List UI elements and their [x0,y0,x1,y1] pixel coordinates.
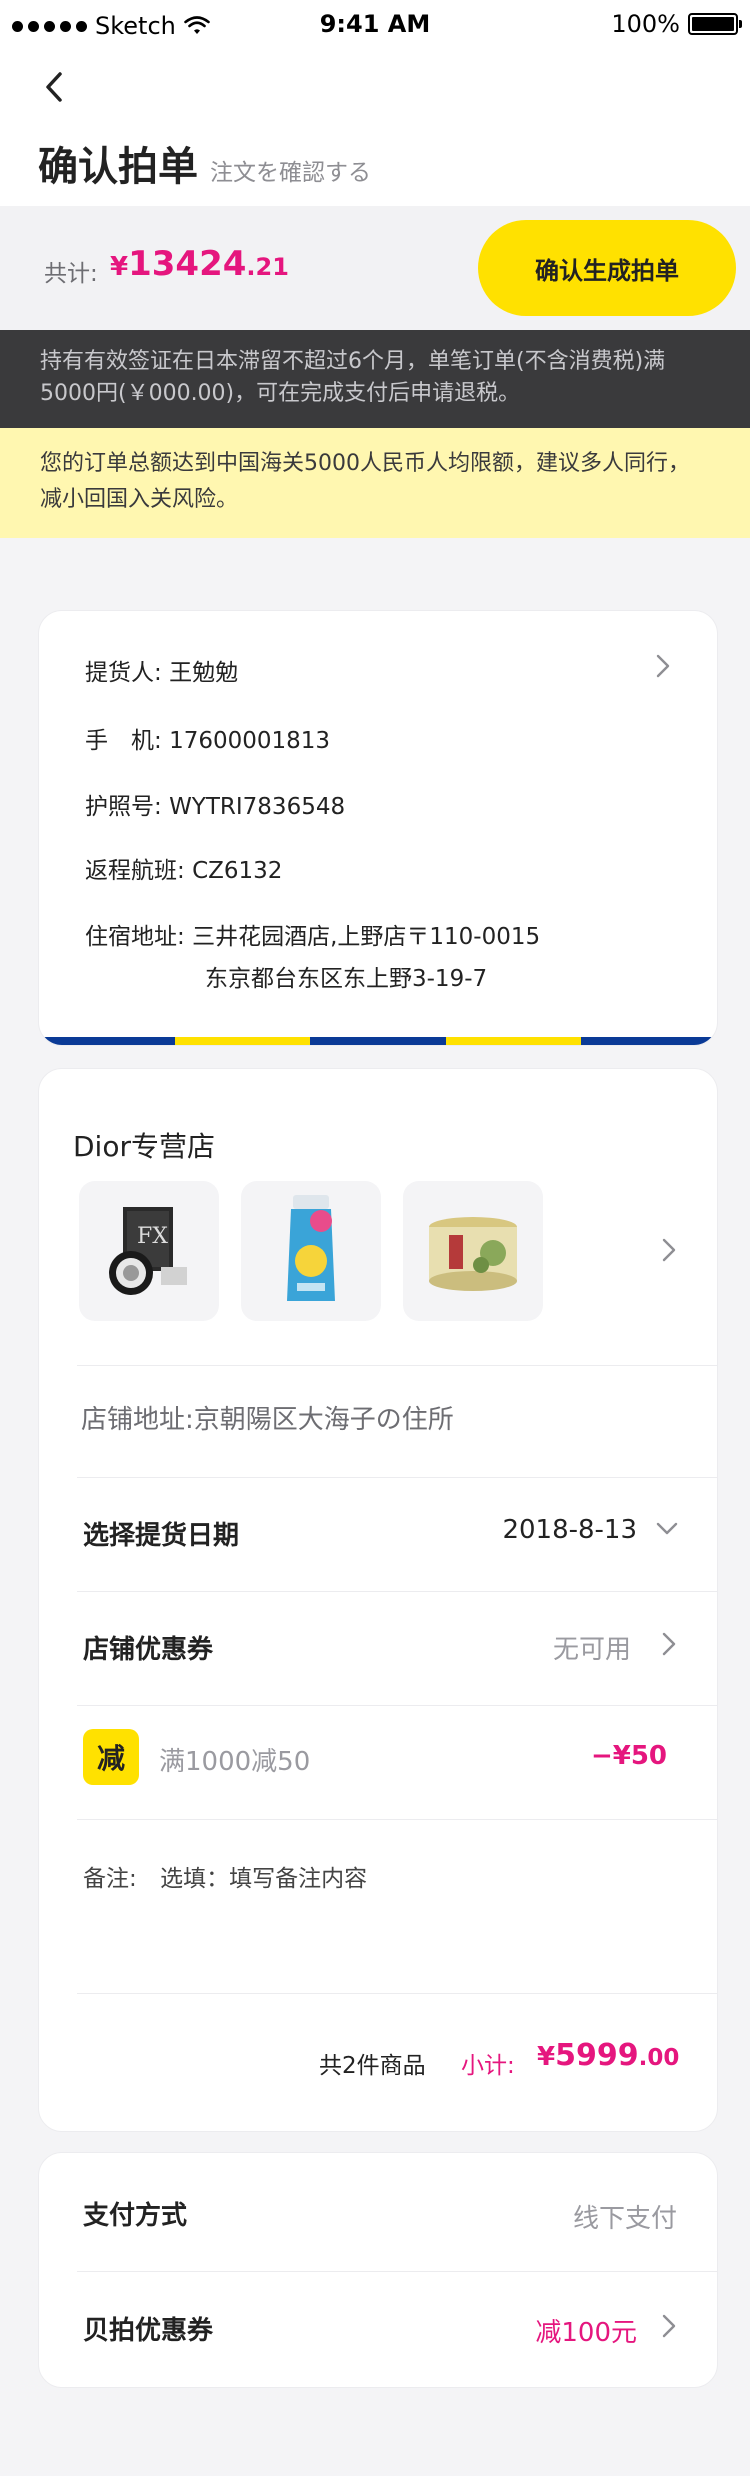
battery-group: 100% [611,10,742,38]
stripe-segment [39,1037,175,1045]
decorative-stripe [39,1037,717,1045]
flight-number: CZ6132 [192,858,283,884]
store-name: Dior专营店 [73,1130,215,1163]
pickup-person-row: 提货人: 王勉勉 [85,660,239,686]
passport-row: 护照号: WYTRI7836548 [85,794,346,820]
eyedrop-box-icon[interactable]: FX [79,1181,219,1321]
sunscreen-tube-icon[interactable] [241,1181,381,1321]
svg-text:FX: FX [137,1224,168,1249]
chevron-right-icon[interactable] [655,653,671,679]
back-arrow-icon[interactable] [36,62,76,112]
platform-coupon-label: 贝拍优惠券 [83,2316,214,2346]
total-label: 共计: [44,261,98,287]
note-label: 备注: [83,1866,137,1892]
customs-limit-notice: 您的订单总额达到中国海关5000人民币人均限额，建议多人同行，减小回国入关风险。 [0,428,750,538]
store-address: 店铺地址:京朝陽区大海子の住所 [81,1405,454,1435]
stripe-segment [174,1037,311,1045]
discount-amount: −¥50 [590,1741,667,1771]
platform-coupon-value[interactable]: 减100元 [535,2312,637,2349]
phone-number: 17600001813 [169,728,331,754]
status-bar: Sketch 9:41 AM 100% [0,0,750,48]
stripe-segment [310,1037,446,1045]
pickup-info-card[interactable]: 提货人: 王勉勉 手 机: 17600001813 护照号: WYTRI7836… [38,610,718,1046]
pickup-date-label: 选择提货日期 [83,1521,240,1551]
divider [77,1705,717,1706]
divider [77,1477,717,1478]
total-bar: 共计: ¥13424.21 确认生成拍单 [0,206,750,330]
chevron-down-icon[interactable] [655,1521,679,1537]
passport-number: WYTRI7836548 [169,794,346,820]
pickup-date-value[interactable]: 2018-8-13 [502,1515,637,1545]
divider [77,1819,717,1820]
note-placeholder: 选填：填写备注内容 [160,1866,368,1892]
address-row: 住宿地址: 三井花园酒店,上野店〒110-0015 [85,924,541,950]
flight-row: 返程航班: CZ6132 [85,858,283,884]
divider [77,2271,717,2272]
chevron-right-icon[interactable] [661,2313,677,2339]
total-price: ¥13424.21 [110,244,289,284]
subtotal-label: 小计: [461,2053,515,2079]
stripe-segment [581,1037,717,1045]
page-title: 确认拍单 注文を確認する [38,134,371,192]
tax-refund-notice: 持有有效签证在日本滞留不超过6个月，单笔订单(不含消费税)满5000円(￥000… [0,330,750,428]
product-thumbnails[interactable]: FX [79,1181,543,1321]
store-coupon-value[interactable]: 无可用 [553,1629,631,1666]
battery-percent: 100% [611,10,680,38]
battery-icon [688,13,742,35]
discount-badge: 减 [83,1729,139,1785]
note-field[interactable]: 备注: 选填：填写备注内容 [83,1859,367,1893]
item-count: 共2件商品 [319,2053,426,2079]
chevron-right-icon[interactable] [661,1631,677,1657]
stripe-segment [445,1037,582,1045]
payment-method-label: 支付方式 [83,2201,188,2231]
address-line2: 东京都台东区东上野3-19-7 [205,966,488,992]
subtotal-price: ¥5999.00 [537,2038,680,2073]
store-order-card: Dior专营店 FX 店铺地址:京朝陽区大海子の住所 选择提货日期 2018-8… [38,1068,718,2132]
header: 确认拍单 注文を確認する [0,48,750,206]
store-coupon-label: 店铺优惠券 [83,1635,214,1665]
address-line1: 三井花园酒店,上野店〒110-0015 [192,924,541,950]
chevron-right-icon[interactable] [661,1237,677,1263]
divider [77,1591,717,1592]
discount-text: 满1000减50 [159,1747,311,1777]
pickup-person: 王勉勉 [169,660,239,686]
divider [77,1993,717,1994]
title-main: 确认拍单 [38,144,198,190]
confirm-order-button[interactable]: 确认生成拍单 [478,220,736,316]
cream-jar-icon[interactable] [403,1181,543,1321]
title-subtitle: 注文を確認する [210,160,371,186]
payment-method-value[interactable]: 线下支付 [573,2198,677,2235]
divider [77,1365,717,1366]
phone-row: 手 机: 17600001813 [85,728,331,754]
payment-card: 支付方式 线下支付 贝拍优惠券 减100元 [38,2152,718,2388]
